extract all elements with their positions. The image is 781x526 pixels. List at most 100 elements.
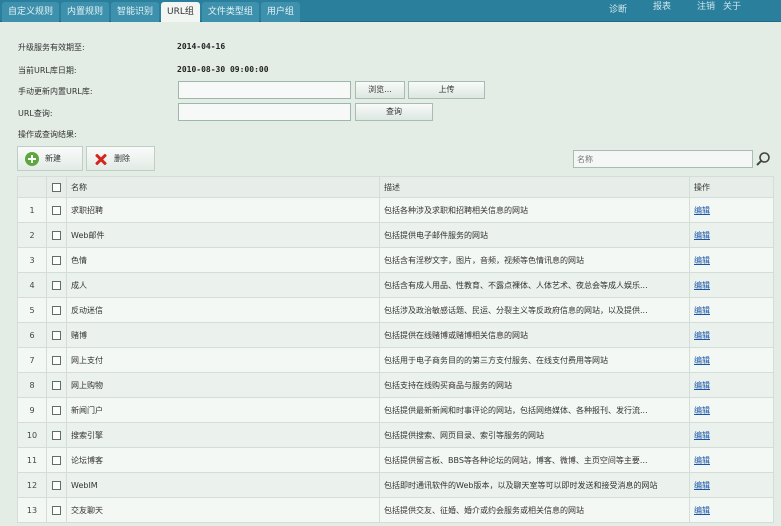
row-select-cell xyxy=(46,472,67,498)
logout-link[interactable]: 注销 xyxy=(697,0,715,22)
expiry-value: 2014-04-16 xyxy=(177,42,226,51)
row-number: 2 xyxy=(17,222,47,248)
edit-link[interactable]: 编辑 xyxy=(694,206,710,215)
table-header-row: 名称 描述 操作 xyxy=(17,176,774,198)
select-all-cell xyxy=(46,176,67,198)
edit-link[interactable]: 编辑 xyxy=(694,356,710,365)
edit-link[interactable]: 编辑 xyxy=(694,281,710,290)
row-name: Web邮件 xyxy=(66,222,380,248)
row-action-cell: 编辑 xyxy=(689,472,774,498)
row-checkbox[interactable] xyxy=(52,380,61,390)
row-name: 反动迷信 xyxy=(66,297,380,323)
row-checkbox[interactable] xyxy=(52,255,61,265)
row-number: 6 xyxy=(17,322,47,348)
edit-link[interactable]: 编辑 xyxy=(694,331,710,340)
row-select-cell xyxy=(46,422,67,448)
row-name: WebIM xyxy=(66,472,380,498)
tab-smart-detection[interactable]: 智能识别 xyxy=(111,2,160,22)
row-description: 包括含有成人用品、性教育、不露点裸体、人体艺术、夜总会等成人娱乐... xyxy=(379,272,690,298)
row-description: 包括用于电子商务目的的第三方支付服务、在线支付费用等网站 xyxy=(379,347,690,373)
edit-link[interactable]: 编辑 xyxy=(694,306,710,315)
tab-file-type-group[interactable]: 文件类型组 xyxy=(201,2,259,22)
row-description: 包括提供留言板、BBS等各种论坛的网站，博客、微博、主页空间等主要... xyxy=(379,447,690,473)
edit-link[interactable]: 编辑 xyxy=(694,381,710,390)
row-action-cell: 编辑 xyxy=(689,197,774,223)
edit-link[interactable]: 编辑 xyxy=(694,431,710,440)
row-number: 3 xyxy=(17,247,47,273)
search-button[interactable] xyxy=(753,149,773,169)
row-action-cell: 编辑 xyxy=(689,447,774,473)
diagnose-link[interactable]: 诊断 xyxy=(609,0,627,22)
row-select-cell xyxy=(46,347,67,373)
edit-link[interactable]: 编辑 xyxy=(694,406,710,415)
row-checkbox[interactable] xyxy=(52,330,61,340)
table-row: 7 网上支付 包括用于电子商务目的的第三方支付服务、在线支付费用等网站 编辑 xyxy=(17,347,774,373)
edit-link[interactable]: 编辑 xyxy=(694,231,710,240)
select-all-checkbox[interactable] xyxy=(52,182,61,192)
row-description: 包括提供搜索、网页目录、索引等服务的网站 xyxy=(379,422,690,448)
tab-custom-rules[interactable]: 自定义规则 xyxy=(2,2,60,22)
new-button[interactable]: 新建 xyxy=(17,146,83,171)
row-checkbox[interactable] xyxy=(52,455,61,465)
db-date-label: 当前URL库日期: xyxy=(18,66,77,75)
row-number: 12 xyxy=(17,472,47,498)
table-row: 5 反动迷信 包括涉及政治敏感话题、民运、分裂主义等反政府信息的网站，以及提供...… xyxy=(17,297,774,323)
url-group-table: 名称 描述 操作 1 求职招聘 包括各种涉及求职和招聘相关信息的网站 编辑 2 Web邮件… xyxy=(17,176,774,523)
about-link[interactable]: 关于 xyxy=(723,0,741,22)
delete-icon xyxy=(94,152,108,166)
row-action-cell: 编辑 xyxy=(689,497,774,523)
row-checkbox[interactable] xyxy=(52,505,61,515)
row-number: 5 xyxy=(17,297,47,323)
search-icon xyxy=(756,152,770,166)
table-row: 11 论坛博客 包括提供留言板、BBS等各种论坛的网站，博客、微博、主页空间等主要.… xyxy=(17,447,774,473)
row-description: 包括含有淫秽文字，图片，音频，视频等色情讯息的网站 xyxy=(379,247,690,273)
edit-link[interactable]: 编辑 xyxy=(694,456,710,465)
tab-user-group[interactable]: 用户组 xyxy=(260,2,300,22)
row-checkbox[interactable] xyxy=(52,405,61,415)
row-checkbox[interactable] xyxy=(52,430,61,440)
row-checkbox[interactable] xyxy=(52,355,61,365)
row-number: 7 xyxy=(17,347,47,373)
row-select-cell xyxy=(46,272,67,298)
name-search-input[interactable] xyxy=(573,150,753,168)
table-row: 2 Web邮件 包括提供电子邮件服务的网站 编辑 xyxy=(17,222,774,248)
row-action-cell: 编辑 xyxy=(689,222,774,248)
row-description: 包括提供电子邮件服务的网站 xyxy=(379,222,690,248)
query-button[interactable]: 查询 xyxy=(355,103,433,121)
top-links: 诊断 报表 注销 关于 xyxy=(583,0,741,22)
tab-builtin-rules[interactable]: 内置规则 xyxy=(61,2,110,22)
tab-url-group[interactable]: URL组 xyxy=(161,2,200,22)
row-checkbox[interactable] xyxy=(52,230,61,240)
delete-button[interactable]: 删除 xyxy=(86,146,155,171)
row-checkbox[interactable] xyxy=(52,305,61,315)
row-action-cell: 编辑 xyxy=(689,397,774,423)
upload-button[interactable]: 上传 xyxy=(408,81,485,99)
row-checkbox[interactable] xyxy=(52,280,61,290)
row-checkbox[interactable] xyxy=(52,480,61,490)
edit-link[interactable]: 编辑 xyxy=(694,481,710,490)
edit-link[interactable]: 编辑 xyxy=(694,256,710,265)
reports-link[interactable]: 报表 xyxy=(653,0,671,22)
manual-update-label: 手动更新内置URL库: xyxy=(18,87,93,96)
row-checkbox[interactable] xyxy=(52,205,61,215)
row-name: 网上支付 xyxy=(66,347,380,373)
name-column-header[interactable]: 名称 xyxy=(66,176,380,198)
row-name: 求职招聘 xyxy=(66,197,380,223)
manual-update-file-input[interactable] xyxy=(178,81,351,99)
row-name: 网上购物 xyxy=(66,372,380,398)
row-name: 赌博 xyxy=(66,322,380,348)
module-tabs: 自定义规则 内置规则 智能识别 URL组 文件类型组 用户组 xyxy=(2,2,302,22)
browse-button[interactable]: 浏览... xyxy=(355,81,405,99)
row-action-cell: 编辑 xyxy=(689,297,774,323)
row-number-header xyxy=(17,176,47,198)
row-number: 10 xyxy=(17,422,47,448)
table-row: 12 WebIM 包括即时通讯软件的Web版本，以及聊天室等可以即时发送和接受消息的… xyxy=(17,472,774,498)
row-action-cell: 编辑 xyxy=(689,422,774,448)
row-select-cell xyxy=(46,297,67,323)
row-number: 1 xyxy=(17,197,47,223)
url-query-input[interactable] xyxy=(178,103,351,121)
row-action-cell: 编辑 xyxy=(689,272,774,298)
table-row: 4 成人 包括含有成人用品、性教育、不露点裸体、人体艺术、夜总会等成人娱乐... 编辑 xyxy=(17,272,774,298)
edit-link[interactable]: 编辑 xyxy=(694,506,710,515)
url-query-label: URL查询: xyxy=(18,109,53,118)
